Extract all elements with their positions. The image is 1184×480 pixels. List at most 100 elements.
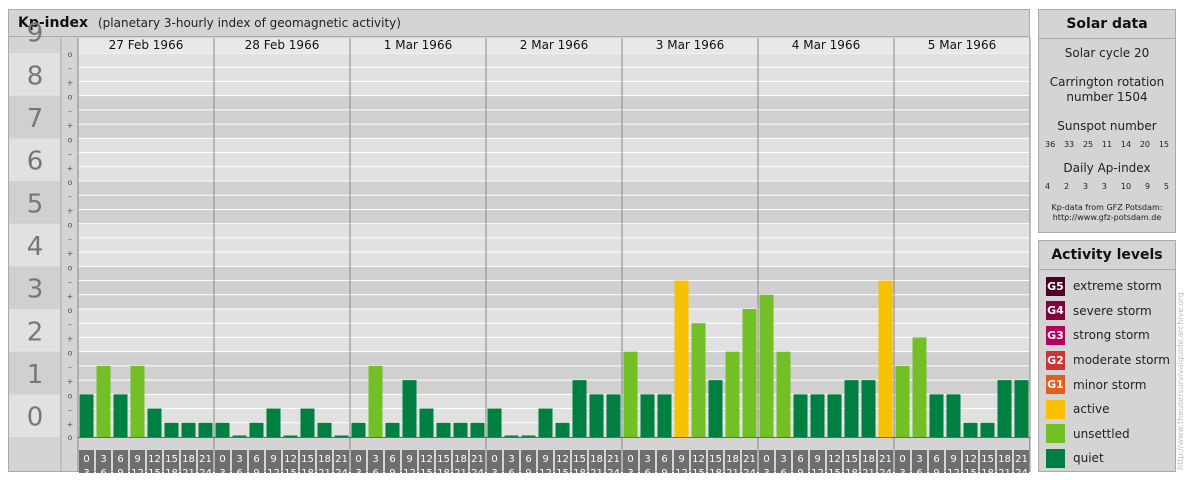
sub-tick-label: o <box>68 93 73 102</box>
kp-bar <box>691 323 706 437</box>
interval-end-label: 24 <box>471 468 484 473</box>
interval-start-label: 3 <box>372 454 378 465</box>
solar-data-panel: Solar data Solar cycle 20 Carrington rot… <box>1038 9 1176 233</box>
activity-legend: G5 extreme storm G4 severe storm G3 strong st… <box>1039 270 1175 471</box>
interval-end-label: 21 <box>182 468 195 473</box>
legend-label: strong storm <box>1073 328 1150 343</box>
interval-start-label: 21 <box>1015 454 1028 465</box>
kp-bar <box>470 422 485 437</box>
kp-bar <box>419 408 434 437</box>
sunspot-value-4: 14 <box>1120 140 1132 149</box>
kp-bar <box>759 294 774 437</box>
legend-item-severe-storm: G4 severe storm <box>1039 299 1175 324</box>
interval-end-label: 15 <box>420 468 433 473</box>
interval-start-label: 0 <box>627 454 633 465</box>
band-level-7 <box>78 95 1030 139</box>
sub-tick-label: – <box>68 278 72 287</box>
interval-start-label: 3 <box>780 454 786 465</box>
kp-bar <box>963 422 978 437</box>
interval-end-label: 12 <box>675 468 688 473</box>
kp-bar <box>300 408 315 437</box>
sub-tick-label: o <box>68 306 73 315</box>
data-source-label: Kp-data from GFZ Potsdam: <box>1051 203 1163 212</box>
legend-item-moderate-storm: G2 moderate storm <box>1039 348 1175 373</box>
ap-value-5: 9 <box>1144 182 1151 191</box>
data-source-link[interactable]: http://www.gfz-potsdam.de <box>1039 213 1175 223</box>
legend-swatch: G4 <box>1046 301 1065 321</box>
ap-value-6: 5 <box>1163 182 1169 191</box>
ap-index-values: 4 2 3 3 10 9 5 <box>1039 182 1175 191</box>
day-label: 4 Mar 1966 <box>792 38 860 52</box>
day-label: 28 Feb 1966 <box>245 38 320 52</box>
kp-bar <box>266 408 281 437</box>
sub-tick-label: o <box>68 349 73 358</box>
interval-start-label: 9 <box>542 454 548 465</box>
kp-bar <box>742 309 757 437</box>
legend-label: minor storm <box>1073 377 1147 392</box>
kp-bar <box>538 408 553 437</box>
ap-value-0: 4 <box>1045 182 1051 191</box>
interval-end-label: 15 <box>964 468 977 473</box>
sunspot-value-6: 15 <box>1158 140 1169 149</box>
kp-bar <box>572 380 587 437</box>
kp-bar <box>640 394 655 437</box>
interval-start-label: 15 <box>301 454 314 465</box>
interval-start-label: 0 <box>355 454 361 465</box>
sub-tick-label: + <box>67 249 74 258</box>
interval-start-label: 18 <box>590 454 603 465</box>
interval-start-label: 12 <box>964 454 977 465</box>
interval-start-label: 6 <box>525 454 531 465</box>
carrington-rotation-number: number 1504 <box>1066 90 1148 104</box>
interval-end-label: 18 <box>165 468 178 473</box>
kp-bar <box>708 380 723 437</box>
sub-tick-label: – <box>68 363 72 372</box>
activity-levels-heading: Activity levels <box>1039 241 1175 270</box>
sub-tick-label: o <box>68 391 73 400</box>
sunspot-value-1: 33 <box>1063 140 1075 149</box>
interval-start-label: 12 <box>148 454 161 465</box>
interval-end-label: 3 <box>899 468 905 473</box>
interval-end-label: 9 <box>661 468 667 473</box>
interval-start-label: 21 <box>743 454 756 465</box>
interval-end-label: 9 <box>389 468 395 473</box>
interval-start-label: 9 <box>406 454 412 465</box>
legend-swatch: G3 <box>1046 325 1065 345</box>
kp-bar <box>453 422 468 437</box>
interval-end-label: 24 <box>335 468 348 473</box>
interval-start-label: 15 <box>437 454 450 465</box>
interval-end-label: 24 <box>743 468 756 473</box>
kp-bar <box>249 422 264 437</box>
legend-label: severe storm <box>1073 303 1152 318</box>
sub-tick-label: o <box>68 221 73 230</box>
sub-tick-label: + <box>67 420 74 429</box>
ap-index-label: Daily Ap-index <box>1063 161 1151 175</box>
kp-bar <box>776 351 791 437</box>
interval-start-label: 12 <box>692 454 705 465</box>
ap-value-4: 10 <box>1120 182 1132 191</box>
day-label: 27 Feb 1966 <box>109 38 184 52</box>
sunspot-value-5: 20 <box>1139 140 1151 149</box>
y-tick-label: 2 <box>27 317 44 347</box>
sub-tick-label: + <box>67 377 74 386</box>
y-tick-label: 0 <box>27 403 44 433</box>
interval-start-label: 21 <box>199 454 212 465</box>
interval-start-label: 0 <box>219 454 225 465</box>
sub-tick-label: + <box>67 78 74 87</box>
interval-start-label: 9 <box>270 454 276 465</box>
kp-bar <box>368 365 383 437</box>
interval-end-label: 6 <box>100 468 106 473</box>
y-tick-label: 5 <box>27 189 44 219</box>
sub-tick-label: o <box>68 50 73 59</box>
interval-start-label: 6 <box>661 454 667 465</box>
interval-end-label: 18 <box>981 468 994 473</box>
sub-tick-label: – <box>68 192 72 201</box>
legend-item-extreme-storm: G5 extreme storm <box>1039 274 1175 299</box>
interval-end-label: 24 <box>607 468 620 473</box>
interval-start-label: 15 <box>165 454 178 465</box>
kp-bar <box>334 435 349 437</box>
interval-start-label: 9 <box>950 454 956 465</box>
interval-end-label: 9 <box>933 468 939 473</box>
interval-end-label: 18 <box>709 468 722 473</box>
legend-swatch <box>1046 424 1065 444</box>
interval-end-label: 15 <box>284 468 297 473</box>
